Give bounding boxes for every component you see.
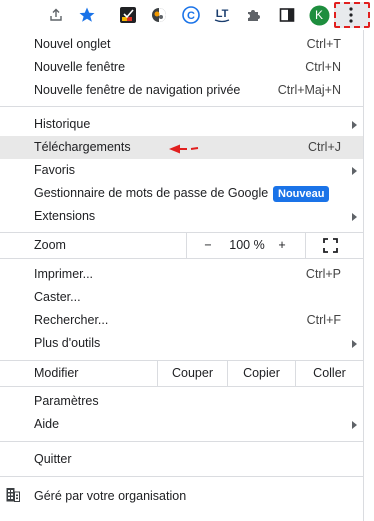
submenu-arrow-icon bbox=[352, 213, 357, 221]
languagetool-label: LT bbox=[216, 8, 229, 20]
share-icon[interactable] bbox=[45, 4, 67, 26]
menu-item-find[interactable]: Rechercher... Ctrl+F bbox=[0, 309, 363, 332]
edit-row: Modifier Couper Copier Coller bbox=[0, 361, 363, 386]
menu-item-label: Rechercher... bbox=[34, 313, 109, 327]
annotation-arrow-icon bbox=[169, 144, 199, 154]
menu-item-cast[interactable]: Caster... bbox=[0, 286, 363, 309]
menu-item-label: Historique bbox=[34, 117, 91, 131]
new-badge: Nouveau bbox=[273, 186, 330, 202]
menu-separator bbox=[0, 386, 363, 387]
menu-item-new-window[interactable]: Nouvelle fenêtre Ctrl+N bbox=[0, 56, 363, 79]
fullscreen-icon[interactable] bbox=[323, 238, 338, 253]
menu-separator bbox=[0, 441, 363, 442]
submenu-arrow-icon bbox=[352, 167, 357, 175]
menu-item-label: Imprimer... bbox=[34, 267, 94, 281]
menu-item-downloads[interactable]: Téléchargements Ctrl+J bbox=[0, 136, 363, 159]
edit-label: Modifier bbox=[34, 366, 79, 380]
menu-item-more-tools[interactable]: Plus d'outils bbox=[0, 332, 363, 355]
zoom-controls: − 100 % + bbox=[186, 233, 306, 258]
menu-item-label: Gestionnaire de mots de passe de Google bbox=[34, 186, 269, 200]
menu-item-label: Favoris bbox=[34, 163, 75, 177]
paste-button[interactable]: Coller bbox=[295, 361, 363, 386]
zoom-label: Zoom bbox=[34, 238, 66, 252]
menu-item-label: Paramètres bbox=[34, 394, 99, 408]
copy-button[interactable]: Copier bbox=[227, 361, 295, 386]
menu-separator bbox=[0, 476, 363, 477]
menu-item-shortcut: Ctrl+Maj+N bbox=[277, 83, 341, 97]
menu-item-label: Nouvelle fenêtre de navigation privée bbox=[34, 83, 241, 97]
extension-icon-3[interactable]: C bbox=[180, 4, 202, 26]
chrome-menu-button[interactable] bbox=[334, 2, 370, 28]
menu-item-new-incognito-window[interactable]: Nouvelle fenêtre de navigation privée Ct… bbox=[0, 79, 363, 102]
extensions-puzzle-icon[interactable] bbox=[243, 4, 265, 26]
extension-icon-1[interactable] bbox=[117, 4, 139, 26]
zoom-level: 100 % bbox=[229, 238, 265, 252]
chrome-main-menu: Nouvel onglet Ctrl+T Nouvelle fenêtre Ct… bbox=[0, 30, 364, 521]
chrome-menu-icon bbox=[349, 7, 353, 23]
menu-item-label: Nouvel onglet bbox=[34, 37, 111, 51]
languagetool-icon[interactable]: LT bbox=[211, 4, 233, 26]
extension-icon-2[interactable] bbox=[148, 4, 170, 26]
zoom-row: Zoom − 100 % + bbox=[0, 233, 363, 258]
menu-separator bbox=[0, 106, 363, 107]
menu-item-shortcut: Ctrl+N bbox=[305, 60, 341, 74]
menu-item-label: Nouvelle fenêtre bbox=[34, 60, 126, 74]
menu-item-shortcut: Ctrl+T bbox=[306, 37, 341, 51]
menu-item-label: Téléchargements bbox=[34, 140, 131, 154]
cut-button[interactable]: Couper bbox=[157, 361, 227, 386]
side-panel-icon[interactable] bbox=[276, 4, 298, 26]
menu-item-label: Extensions bbox=[34, 209, 96, 223]
menu-item-label: Quitter bbox=[34, 452, 72, 466]
zoom-out-button[interactable]: − bbox=[203, 233, 213, 258]
menu-item-label: Géré par votre organisation bbox=[34, 489, 187, 503]
menu-item-shortcut: Ctrl+F bbox=[306, 313, 341, 327]
menu-item-history[interactable]: Historique bbox=[0, 113, 363, 136]
menu-item-label: Plus d'outils bbox=[34, 336, 101, 350]
profile-initial: K bbox=[314, 8, 323, 22]
submenu-arrow-icon bbox=[352, 121, 357, 129]
menu-item-settings[interactable]: Paramètres bbox=[0, 390, 363, 413]
bookmark-star-icon[interactable] bbox=[76, 4, 98, 26]
menu-item-label: Caster... bbox=[34, 290, 81, 304]
submenu-arrow-icon bbox=[352, 340, 357, 348]
menu-item-bookmarks[interactable]: Favoris bbox=[0, 159, 363, 182]
submenu-arrow-icon bbox=[352, 421, 357, 429]
menu-item-new-tab[interactable]: Nouvel onglet Ctrl+T bbox=[0, 33, 363, 56]
menu-item-label: Aide bbox=[34, 417, 60, 431]
browser-toolbar: C LT K bbox=[0, 0, 374, 30]
menu-item-print[interactable]: Imprimer... Ctrl+P bbox=[0, 263, 363, 286]
menu-item-shortcut: Ctrl+P bbox=[305, 267, 341, 281]
building-icon bbox=[6, 488, 20, 502]
profile-avatar[interactable]: K bbox=[308, 4, 330, 26]
menu-item-managed-by-org[interactable]: Géré par votre organisation bbox=[0, 485, 363, 508]
svg-text:C: C bbox=[187, 10, 195, 22]
menu-item-shortcut: Ctrl+J bbox=[308, 140, 341, 154]
menu-item-password-manager[interactable]: Gestionnaire de mots de passe de Google … bbox=[0, 182, 363, 205]
zoom-in-button[interactable]: + bbox=[277, 233, 287, 258]
menu-item-exit[interactable]: Quitter bbox=[0, 448, 363, 471]
menu-item-extensions[interactable]: Extensions bbox=[0, 205, 363, 228]
menu-separator bbox=[0, 258, 363, 259]
menu-item-help[interactable]: Aide bbox=[0, 413, 363, 436]
